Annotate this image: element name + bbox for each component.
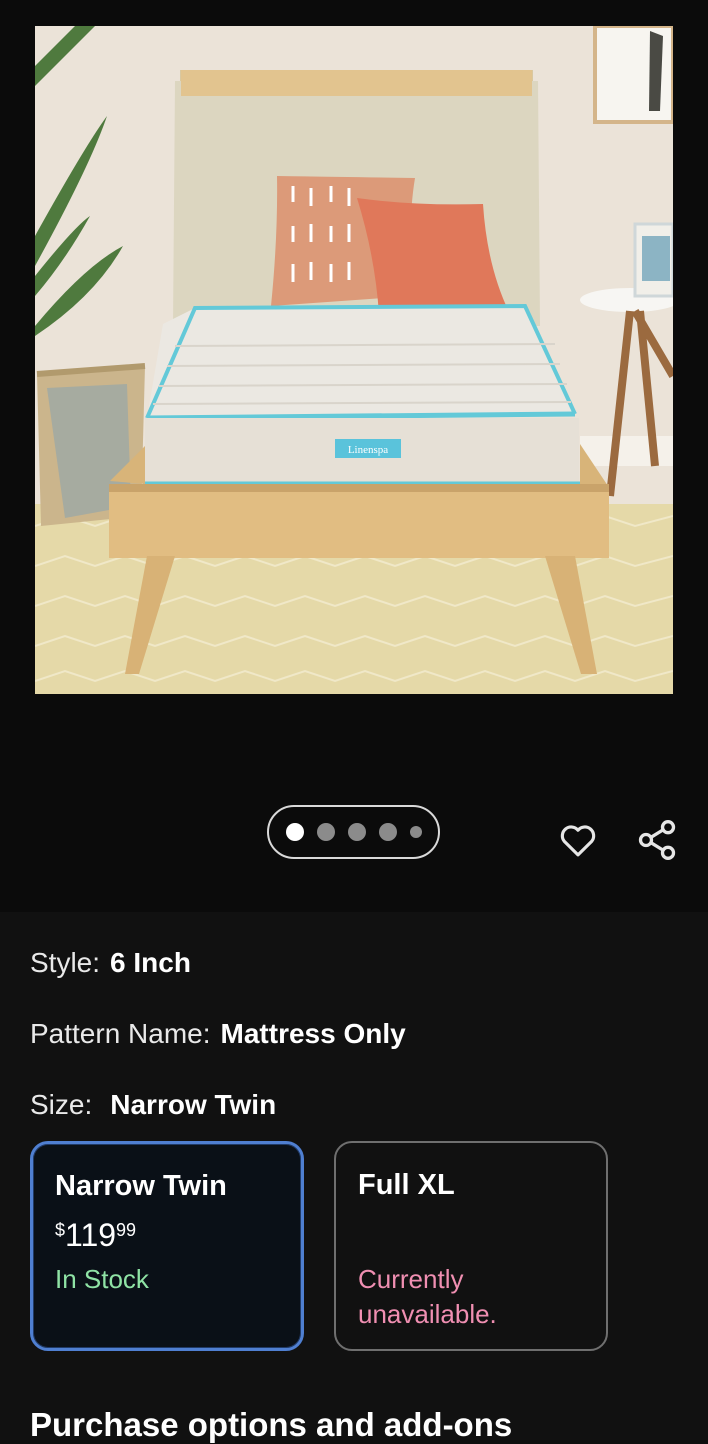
favorite-button[interactable] — [550, 812, 606, 868]
style-label: Style: — [30, 947, 101, 978]
purchase-options-heading: Purchase options and add-ons — [30, 1406, 513, 1443]
pattern-value: Mattress Only — [220, 1018, 406, 1049]
style-attribute: Style: 6 Inch — [30, 947, 191, 979]
carousel-dot[interactable] — [409, 826, 422, 838]
carousel-dot[interactable] — [378, 823, 397, 841]
size-attribute: Size: Narrow Twin — [30, 1089, 276, 1121]
heart-outline-icon — [560, 825, 596, 857]
mattress-photo-illustration: Linenspa — [35, 26, 673, 694]
pattern-attribute: Pattern Name: Mattress Only — [30, 1018, 406, 1050]
stock-status: In Stock — [55, 1264, 149, 1294]
size-label: Size: — [30, 1089, 93, 1120]
price-currency-symbol: $ — [55, 1220, 66, 1240]
product-image-area: Linenspa — [0, 0, 708, 912]
price-fraction: 99 — [116, 1220, 137, 1240]
share-button[interactable] — [629, 812, 685, 868]
carousel-dot-active[interactable] — [285, 823, 304, 841]
size-option-narrow-twin[interactable]: Narrow Twin $119 99 In Stock — [30, 1141, 304, 1351]
pattern-label: Pattern Name: — [30, 1018, 211, 1049]
image-carousel-indicator[interactable] — [267, 805, 440, 859]
size-option-name: Full XL — [358, 1169, 455, 1201]
size-option-name: Narrow Twin — [55, 1170, 227, 1202]
product-options-section: Style: 6 Inch Pattern Name: Mattress Only … — [0, 912, 708, 1443]
style-value: 6 Inch — [110, 947, 191, 978]
mattress-brand-label: Linenspa — [348, 444, 388, 456]
product-image[interactable]: Linenspa — [35, 26, 673, 694]
size-option-price: $119 99 — [55, 1217, 279, 1254]
carousel-dot[interactable] — [347, 823, 366, 841]
size-option-full-xl[interactable]: Full XL Currently unavailable. — [334, 1141, 608, 1351]
share-icon — [638, 820, 676, 860]
price-whole: 119 — [65, 1217, 117, 1253]
availability-status: Currently unavailable. — [358, 1264, 497, 1329]
carousel-dot[interactable] — [316, 823, 335, 841]
size-value: Narrow Twin — [110, 1089, 277, 1120]
